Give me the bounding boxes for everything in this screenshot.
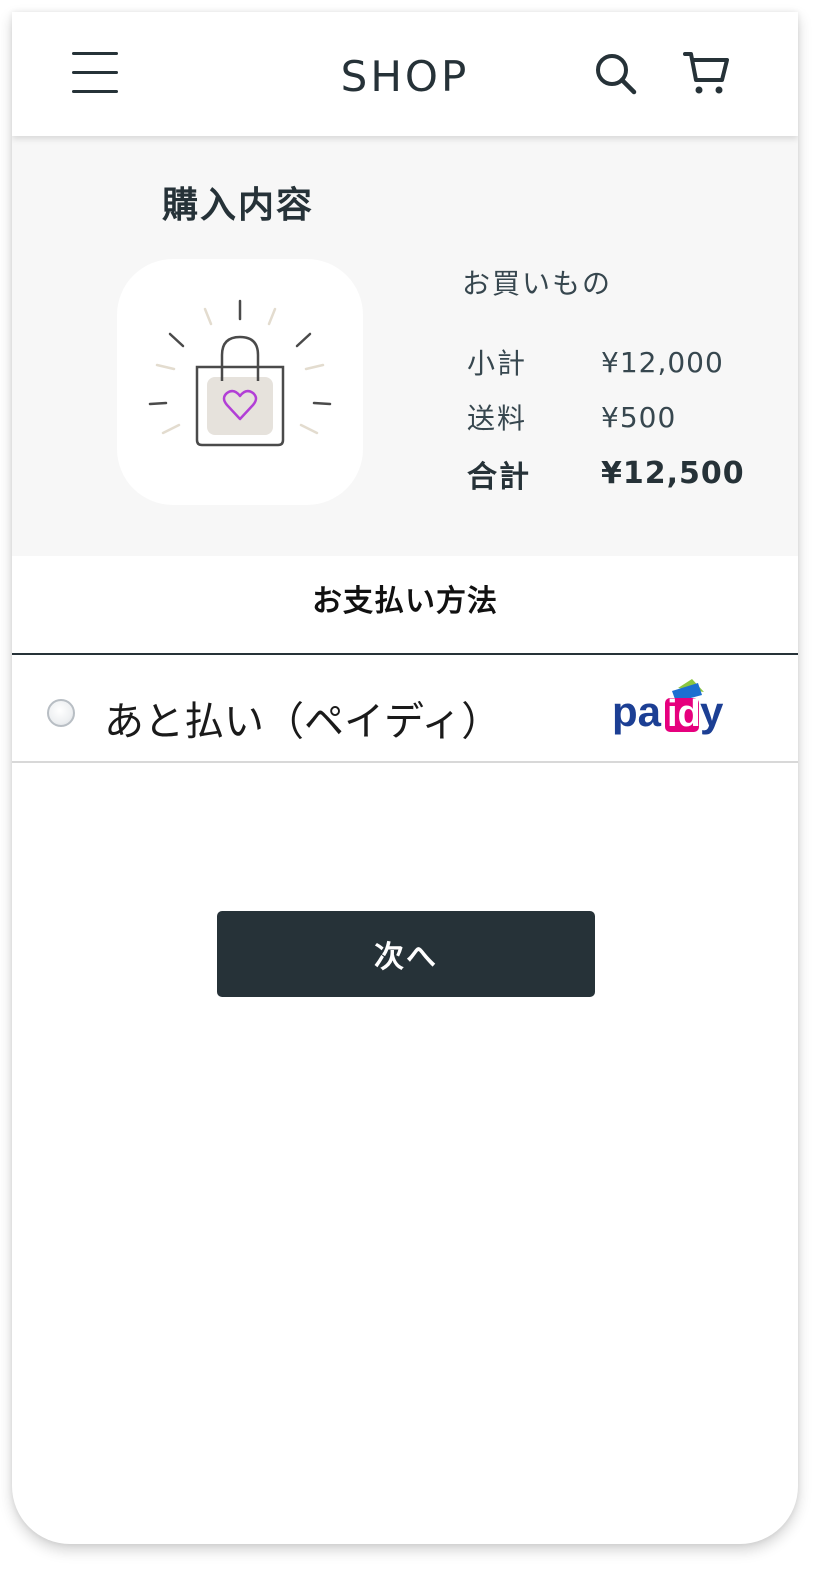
total-row: 合計 ¥12,500 (467, 452, 767, 495)
cart-icon[interactable] (682, 50, 732, 100)
next-button[interactable]: 次へ (217, 911, 595, 997)
paidy-logo-text-pa: pa (612, 688, 662, 735)
search-icon[interactable] (592, 50, 640, 98)
shop-title: SHOP (340, 52, 470, 101)
order-label: お買いもの (462, 267, 613, 300)
total-label: 合計 (467, 460, 531, 495)
summary-title: 購入内容 (162, 185, 315, 226)
payment-option-paidy[interactable]: あと払い（ペイディ） pa id y (12, 655, 798, 761)
total-value: ¥12,500 (601, 456, 745, 491)
paidy-logo-text-y: y (700, 688, 724, 735)
shipping-value: ¥500 (601, 401, 677, 434)
payment-option-label: あと払い（ペイディ） (104, 699, 502, 745)
shipping-row: 送料 ¥500 (467, 397, 767, 437)
subtotal-row: 小計 ¥12,000 (467, 342, 767, 382)
shopping-bag-heart-icon (148, 299, 332, 447)
paidy-logo-text-id: id (667, 693, 701, 735)
paidy-logo: pa id y (612, 675, 730, 737)
payment-method-title: お支払い方法 (312, 584, 498, 619)
divider (12, 761, 798, 763)
purchase-summary: 購入内容 お買いもの 小計 ¥12,000 送料 ¥500 合計 ¥12,500 (12, 136, 798, 556)
subtotal-label: 小計 (467, 347, 528, 380)
phone-frame: SHOP 購入内容 お買いもの 小計 ¥12,000 送料 ¥500 合計 ¥1… (12, 12, 798, 1544)
app-header: SHOP (12, 12, 798, 136)
paidy-radio-button[interactable] (47, 699, 75, 727)
product-image-card (117, 259, 363, 505)
shipping-label: 送料 (467, 402, 528, 435)
subtotal-value: ¥12,000 (601, 346, 724, 379)
